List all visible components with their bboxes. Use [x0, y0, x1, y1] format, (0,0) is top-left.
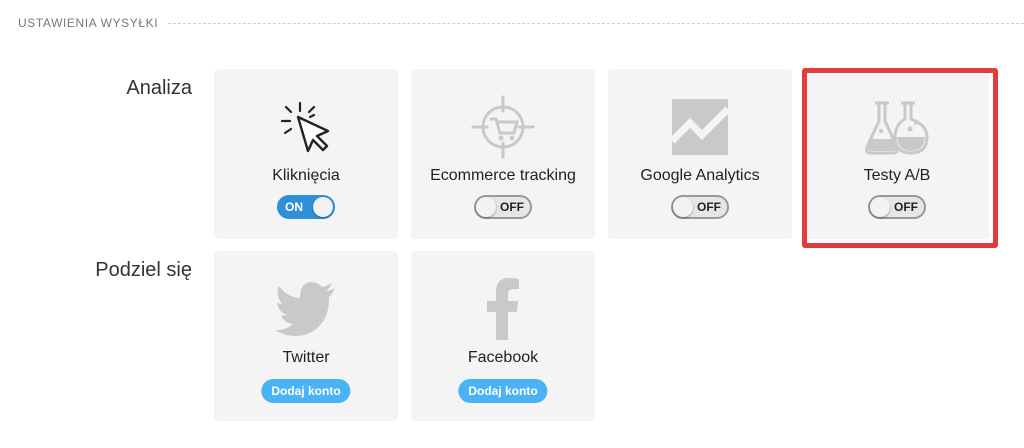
highlight-box [802, 68, 998, 248]
section-title: USTAWIENIA WYSYŁKI [18, 16, 159, 30]
cart-target-icon [471, 95, 535, 159]
toggle-state: ON [285, 200, 303, 214]
twitter-add-account-button[interactable]: Dodaj konto [261, 379, 351, 403]
twitter-bird-icon [275, 282, 335, 336]
card-ecommerce[interactable]: Ecommerce tracking OFF [411, 69, 595, 239]
card-label: Kliknięcia [272, 167, 340, 184]
facebook-add-account-button[interactable]: Dodaj konto [458, 379, 548, 403]
card-label: Facebook [467, 349, 539, 366]
card-twitter[interactable]: Twitter Dodaj konto [214, 251, 398, 421]
row-label-podziel: Podziel się [95, 259, 192, 281]
section-header: USTAWIENIA WYSYŁKI [18, 10, 1024, 36]
section-divider [168, 22, 1024, 24]
card-label: Google Analytics [640, 167, 760, 184]
google-analytics-toggle[interactable]: OFF [671, 195, 729, 219]
row-label-analiza: Analiza [126, 77, 192, 99]
klikniecia-toggle[interactable]: ON [277, 195, 335, 219]
toggle-knob [673, 197, 693, 217]
cursor-click-icon [280, 101, 330, 153]
toggle-knob [476, 197, 496, 217]
card-klikniecia[interactable]: Kliknięcia ON [214, 69, 398, 239]
toggle-knob [313, 197, 333, 217]
ecommerce-toggle[interactable]: OFF [474, 195, 532, 219]
card-label: Ecommerce tracking [430, 167, 576, 184]
card-label: Twitter [282, 349, 330, 366]
card-google-analytics[interactable]: Google Analytics OFF [608, 69, 792, 239]
toggle-state: OFF [500, 200, 524, 214]
facebook-f-icon [487, 278, 519, 340]
toggle-state: OFF [697, 200, 721, 214]
card-facebook[interactable]: Facebook Dodaj konto [411, 251, 595, 421]
analytics-chart-icon [670, 99, 730, 155]
